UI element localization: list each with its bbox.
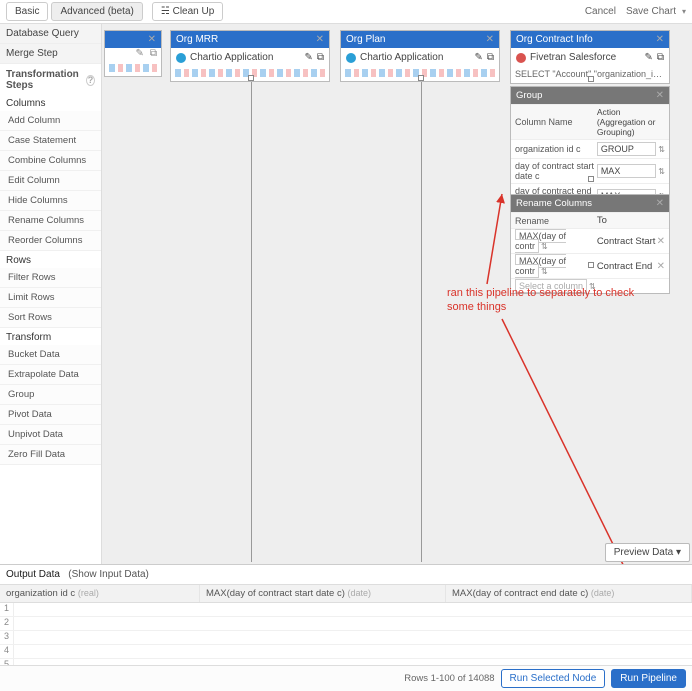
- sidebar-bucket-data[interactable]: Bucket Data: [0, 345, 101, 365]
- sidebar-hide-columns[interactable]: Hide Columns: [0, 191, 101, 211]
- help-icon[interactable]: ?: [86, 75, 95, 86]
- connector-dot[interactable]: [418, 75, 424, 81]
- run-pipeline-button[interactable]: Run Pipeline: [611, 669, 686, 688]
- connector-dot[interactable]: [588, 176, 594, 182]
- remove-icon[interactable]: ✕: [657, 236, 665, 247]
- remove-icon[interactable]: ✕: [657, 261, 665, 272]
- sidebar-edit-column[interactable]: Edit Column: [0, 171, 101, 191]
- top-toolbar: Basic Advanced (beta) ☵ Clean Up Cancel …: [0, 0, 692, 24]
- chevron-down-icon: ▾: [682, 7, 686, 16]
- rows-status: Rows 1-100 of 14088: [404, 673, 494, 684]
- sidebar-unpivot-data[interactable]: Unpivot Data: [0, 425, 101, 445]
- rename-to-value[interactable]: Contract End: [597, 261, 652, 272]
- run-selected-node-button[interactable]: Run Selected Node: [501, 669, 606, 688]
- sidebar-extrapolate-data[interactable]: Extrapolate Data: [0, 365, 101, 385]
- group-action-select[interactable]: GROUP: [597, 142, 656, 156]
- sidebar-columns-header: Columns: [0, 94, 101, 111]
- column-header: Column Name: [515, 117, 597, 127]
- edit-icon[interactable]: ✎: [304, 52, 312, 63]
- column-header: Action (Aggregation or Grouping): [597, 107, 665, 137]
- datasource-icon: [516, 53, 526, 63]
- column-header: Rename: [515, 216, 597, 226]
- sidebar-transformation-header: Transformation Steps ?: [0, 64, 101, 94]
- connector-dot[interactable]: [588, 76, 594, 82]
- sidebar-rows-header: Rows: [0, 251, 101, 268]
- tab-basic[interactable]: Basic: [6, 2, 48, 21]
- stepper-icon[interactable]: ⇅: [658, 167, 665, 176]
- output-data-tab[interactable]: Output Data: [6, 569, 60, 580]
- cancel-button[interactable]: Cancel: [585, 6, 616, 17]
- output-panel: Output Data (Show Input Data) organizati…: [0, 564, 692, 691]
- copy-icon[interactable]: ⧉: [487, 52, 494, 63]
- connector-line: [251, 82, 252, 562]
- stepper-icon[interactable]: ⇅: [658, 145, 665, 154]
- close-icon[interactable]: ✕: [656, 198, 664, 209]
- rename-to-value[interactable]: Contract Start: [597, 236, 656, 247]
- group-action-select[interactable]: MAX: [597, 164, 656, 178]
- close-icon[interactable]: ✕: [148, 34, 156, 45]
- group-col-name: organization id c: [515, 144, 597, 154]
- pipeline-canvas[interactable]: ✕ ✎⧉ Org MRR✕ Chartio Application✎⧉ Org …: [102, 24, 692, 564]
- edit-icon[interactable]: ✎: [474, 52, 482, 63]
- output-rows: 1 2 3 4 5 6: [0, 603, 692, 665]
- sidebar: Database Query Merge Step Transformation…: [0, 24, 102, 564]
- group-col-name: day of contract start date c: [515, 161, 597, 181]
- close-icon[interactable]: ✕: [486, 34, 494, 45]
- stepper-icon[interactable]: ⇅: [541, 267, 548, 276]
- show-input-data-tab[interactable]: (Show Input Data): [68, 569, 149, 580]
- sidebar-rename-columns[interactable]: Rename Columns: [0, 211, 101, 231]
- node-card-1[interactable]: ✕ ✎ ⧉: [104, 30, 162, 77]
- tab-advanced[interactable]: Advanced (beta): [51, 2, 142, 21]
- sidebar-add-column[interactable]: Add Column: [0, 111, 101, 131]
- connector-dot[interactable]: [588, 262, 594, 268]
- sidebar-reorder-columns[interactable]: Reorder Columns: [0, 231, 101, 251]
- copy-icon[interactable]: ⧉: [317, 52, 324, 63]
- filter-icon: ☵: [161, 6, 173, 17]
- close-icon[interactable]: ✕: [656, 34, 664, 45]
- datasource-icon: [346, 53, 356, 63]
- preview-data-button[interactable]: Preview Data ▾: [605, 543, 690, 562]
- edit-icon[interactable]: ✎: [644, 52, 652, 63]
- datasource-icon: [176, 53, 186, 63]
- copy-icon[interactable]: ⧉: [657, 52, 664, 63]
- save-chart-button[interactable]: Save Chart▾: [626, 6, 686, 17]
- sidebar-filter-rows[interactable]: Filter Rows: [0, 268, 101, 288]
- datasource-label: Chartio Application: [360, 52, 443, 63]
- connector-dot[interactable]: [248, 75, 254, 81]
- cleanup-button[interactable]: ☵ Clean Up: [152, 2, 223, 21]
- data-preview-strip: [109, 64, 157, 72]
- column-header: To: [597, 215, 665, 226]
- sidebar-zero-fill-data[interactable]: Zero Fill Data: [0, 445, 101, 465]
- stepper-icon[interactable]: ⇅: [541, 242, 548, 251]
- close-icon[interactable]: ✕: [656, 90, 664, 101]
- close-icon[interactable]: ✕: [316, 34, 324, 45]
- step-rename-columns[interactable]: Rename Columns✕ RenameTo MAX(day of cont…: [510, 194, 670, 294]
- sidebar-case-statement[interactable]: Case Statement: [0, 131, 101, 151]
- sidebar-database-query[interactable]: Database Query: [0, 24, 101, 44]
- sidebar-sort-rows[interactable]: Sort Rows: [0, 308, 101, 328]
- chevron-down-icon: ▾: [676, 547, 681, 558]
- sidebar-pivot-data[interactable]: Pivot Data: [0, 405, 101, 425]
- sidebar-merge-step[interactable]: Merge Step: [0, 44, 101, 64]
- sidebar-group[interactable]: Group: [0, 385, 101, 405]
- step-group[interactable]: Group✕ Column Name Action (Aggregation o…: [510, 86, 670, 209]
- sidebar-combine-columns[interactable]: Combine Columns: [0, 151, 101, 171]
- sidebar-limit-rows[interactable]: Limit Rows: [0, 288, 101, 308]
- connector-line: [421, 82, 422, 562]
- datasource-label: Fivetran Salesforce: [530, 52, 616, 63]
- sidebar-transform-header: Transform: [0, 328, 101, 345]
- datasource-label: Chartio Application: [190, 52, 273, 63]
- annotation-text: ran this pipeline to separately to check…: [447, 286, 634, 315]
- copy-icon[interactable]: ⧉: [150, 48, 157, 59]
- edit-icon[interactable]: ✎: [135, 48, 143, 59]
- output-headers: organization id c (real) MAX(day of cont…: [0, 584, 692, 603]
